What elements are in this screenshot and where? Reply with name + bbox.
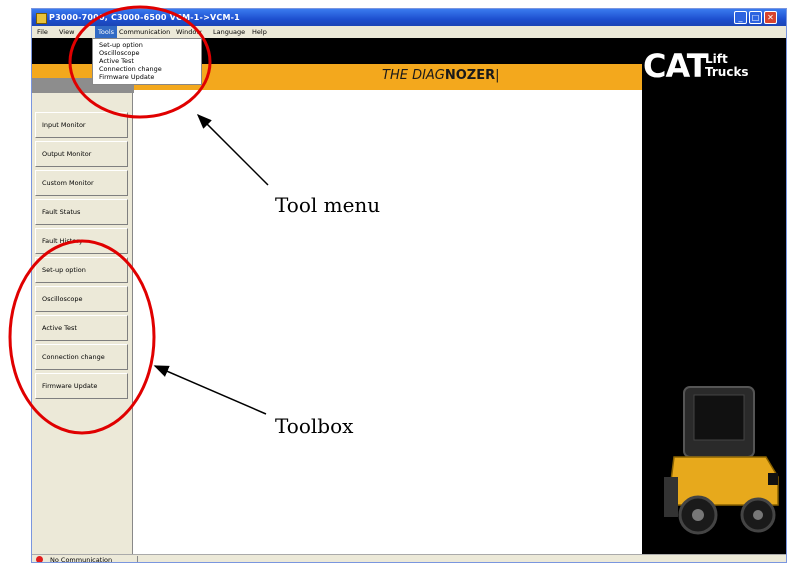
setup-option-button[interactable]: Set-up option — [35, 257, 128, 283]
tools-menu-oscilloscope[interactable]: Oscilloscope — [99, 49, 201, 57]
menu-file[interactable]: File — [34, 26, 51, 38]
tools-dropdown-menu: Set-up option Oscilloscope Active Test C… — [92, 38, 202, 85]
oscilloscope-button[interactable]: Oscilloscope — [35, 286, 128, 312]
connection-change-button[interactable]: Connection change — [35, 344, 128, 370]
fault-status-button[interactable]: Fault Status — [35, 199, 128, 225]
menu-communication[interactable]: Communication — [116, 26, 173, 38]
close-button[interactable]: ✕ — [764, 11, 777, 24]
input-monitor-button[interactable]: Input Monitor — [35, 112, 128, 138]
custom-monitor-button[interactable]: Custom Monitor — [35, 170, 128, 196]
minimize-button[interactable]: _ — [734, 11, 747, 24]
menu-bar: File View Tools Communication Window Lan… — [32, 26, 786, 38]
toolbox-panel: Input Monitor Output Monitor Custom Moni… — [32, 93, 133, 554]
app-window: P3000-7000, C3000-6500 VCM-1->VCM-1 _ □ … — [31, 8, 787, 563]
menu-view[interactable]: View — [56, 26, 77, 38]
tool-menu-annotation: Tool menu — [275, 193, 381, 217]
diagnozer-brand: THE DIAGNOZER| — [382, 68, 500, 83]
status-text: No Communication — [50, 556, 113, 563]
tools-menu-firmware-update[interactable]: Firmware Update — [99, 73, 201, 81]
main-workspace — [134, 93, 642, 554]
status-bar: No Communication — [32, 554, 786, 563]
tools-menu-setup-option[interactable]: Set-up option — [99, 41, 201, 49]
cat-logo: CAT Lift Trucks — [643, 47, 749, 85]
output-monitor-button[interactable]: Output Monitor — [35, 141, 128, 167]
fault-history-button[interactable]: Fault History — [35, 228, 128, 254]
tools-menu-active-test[interactable]: Active Test — [99, 57, 201, 65]
toolbox-annotation: Toolbox — [275, 414, 354, 438]
menu-tools[interactable]: Tools — [95, 26, 118, 38]
connection-status-icon — [36, 556, 43, 562]
app-icon — [36, 13, 47, 24]
firmware-update-button[interactable]: Firmware Update — [35, 373, 128, 399]
forklift-illustration — [664, 386, 779, 535]
title-bar[interactable]: P3000-7000, C3000-6500 VCM-1->VCM-1 _ □ … — [32, 9, 786, 26]
menu-window[interactable]: Window — [173, 26, 205, 38]
logo-subtitle-trucks: Trucks — [705, 65, 749, 79]
tools-menu-connection-change[interactable]: Connection change — [99, 65, 201, 73]
menu-language[interactable]: Language — [210, 26, 248, 38]
active-test-button[interactable]: Active Test — [35, 315, 128, 341]
window-title: P3000-7000, C3000-6500 VCM-1->VCM-1 — [49, 13, 240, 22]
status-divider — [137, 556, 138, 562]
menu-help[interactable]: Help — [249, 26, 270, 38]
maximize-button[interactable]: □ — [749, 11, 762, 24]
